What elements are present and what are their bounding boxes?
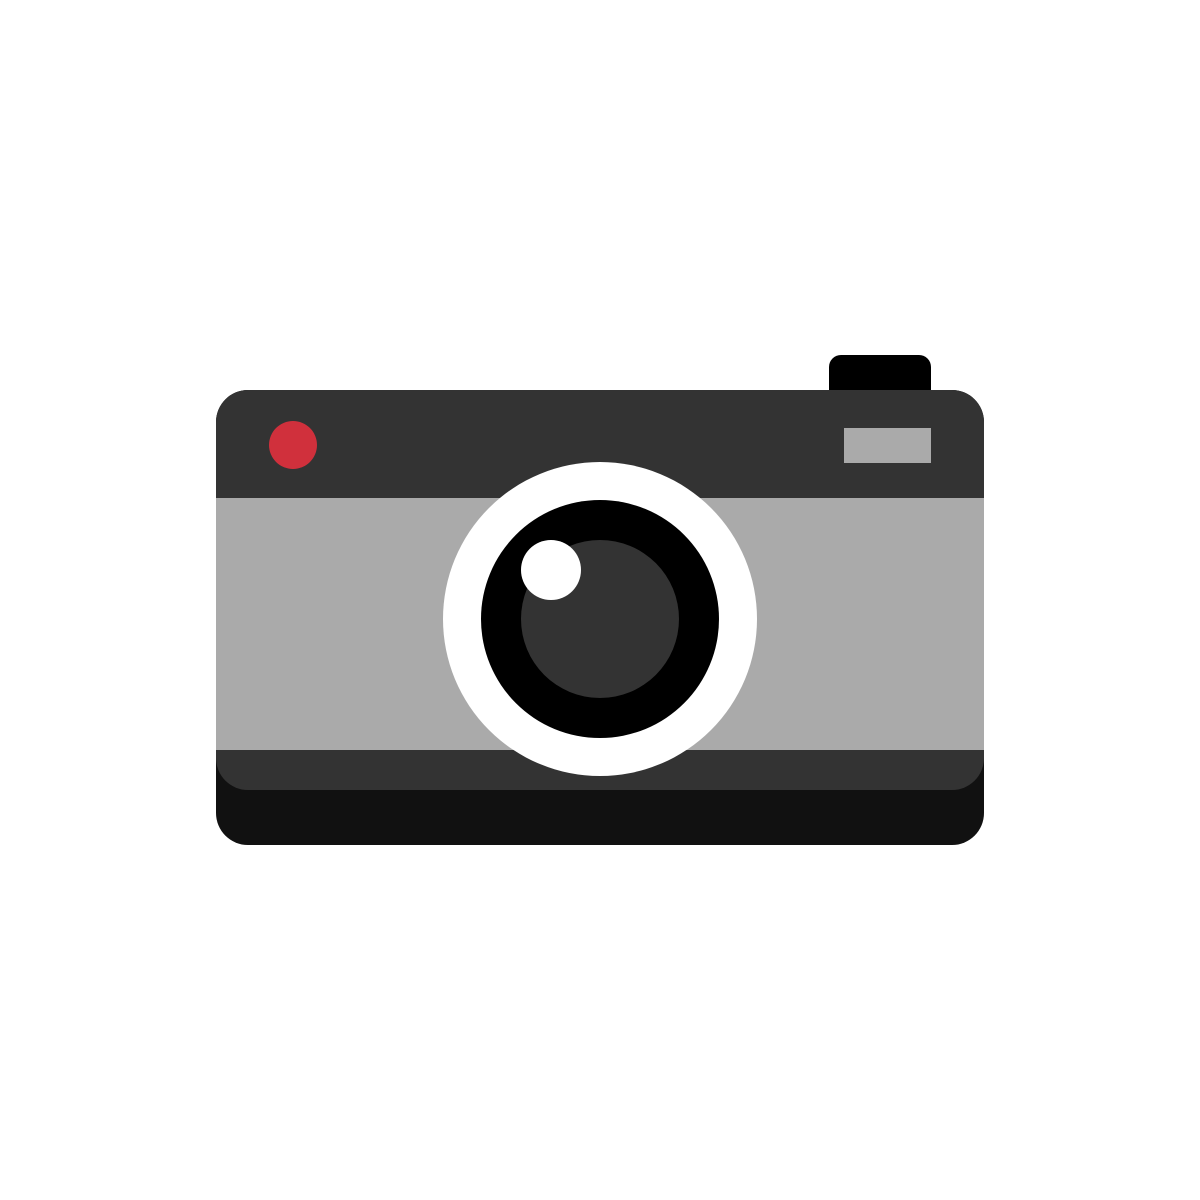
indicator-light <box>269 421 317 469</box>
camera-icon <box>216 355 984 845</box>
lens-highlight <box>521 540 581 600</box>
viewfinder-window <box>844 428 931 463</box>
illustration-canvas <box>0 0 1200 1200</box>
